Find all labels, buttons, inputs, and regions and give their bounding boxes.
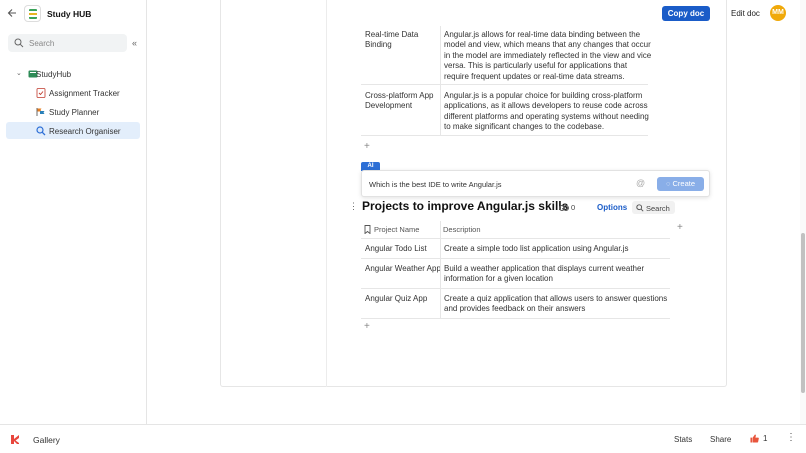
- table-cell-description: Angular.js allows for real-time data bin…: [444, 30, 652, 81]
- search-icon: [636, 204, 644, 212]
- sidebar-item-studyhub[interactable]: ⌄ StudyHub: [6, 65, 140, 82]
- table-row[interactable]: Angular Quiz App Create a quiz applicati…: [361, 290, 670, 319]
- scrollbar-thumb[interactable]: [801, 233, 805, 393]
- canvas-divider: [326, 0, 327, 387]
- thumbs-up-icon: [750, 434, 759, 443]
- sidebar-item-label: StudyHub: [36, 69, 72, 79]
- backlink-count[interactable]: 0: [559, 203, 575, 212]
- doc-logo-icon: [24, 5, 41, 22]
- column-header-description[interactable]: Description: [443, 225, 481, 234]
- checklist-icon: [36, 87, 46, 98]
- sidebar-item-label: Research Organiser: [49, 126, 121, 136]
- table-cell-name: Cross-platform App Development: [365, 91, 434, 111]
- edit-doc-button[interactable]: Edit doc: [731, 9, 760, 18]
- like-count: 1: [763, 434, 768, 443]
- sidebar-item-assignment-tracker[interactable]: Assignment Tracker: [6, 84, 140, 101]
- app-root: Study HUB Search « ⌄ StudyHub Assignment…: [0, 0, 806, 453]
- flags-icon: [36, 107, 45, 116]
- table-row[interactable]: Angular Weather App Build a weather appl…: [361, 260, 670, 289]
- table-header-row: Project Name Description: [361, 221, 670, 239]
- column-divider: [440, 26, 441, 136]
- bookmark-icon: [364, 225, 371, 234]
- column-divider: [440, 221, 441, 319]
- table-cell-name: Angular Todo List: [365, 244, 427, 253]
- ai-prompt-input[interactable]: Which is the best IDE to write Angular.j…: [369, 180, 502, 189]
- table-cell-description: Angular.js is a popular choice for build…: [444, 91, 649, 132]
- sidebar-item-label: Assignment Tracker: [49, 88, 120, 98]
- stats-button[interactable]: Stats: [674, 435, 692, 444]
- collapse-sidebar-icon[interactable]: «: [132, 38, 137, 48]
- gallery-link[interactable]: Gallery: [33, 435, 60, 445]
- sidebar: Study HUB Search « ⌄ StudyHub Assignment…: [0, 0, 147, 424]
- share-button[interactable]: Share: [710, 435, 731, 444]
- link-count-value: 0: [571, 203, 576, 212]
- table-cell-description: Create a simple todo list application us…: [444, 244, 629, 253]
- at-mention-icon[interactable]: @: [636, 178, 647, 189]
- search-icon: [14, 38, 24, 48]
- sidebar-item-research-organiser[interactable]: Research Organiser: [6, 122, 140, 139]
- options-button[interactable]: Options: [597, 203, 627, 212]
- table-cell-name: Angular Weather App: [365, 264, 441, 273]
- search-placeholder: Search: [29, 39, 55, 48]
- column-header-name[interactable]: Project Name: [374, 225, 419, 234]
- table-cell-description: Create a quiz application that allows us…: [444, 294, 668, 314]
- spinner-icon: ◌: [665, 179, 671, 188]
- like-button[interactable]: 1: [750, 434, 767, 443]
- add-row-icon[interactable]: +: [364, 321, 370, 332]
- doc-title: Study HUB: [47, 9, 92, 19]
- avatar[interactable]: MM: [770, 5, 786, 21]
- create-label: Create: [672, 179, 696, 188]
- drag-handle-icon[interactable]: ⋮: [349, 202, 358, 211]
- add-row-icon[interactable]: +: [364, 141, 370, 152]
- magnifier-icon: [36, 125, 46, 135]
- sidebar-search-input[interactable]: Search: [8, 34, 127, 52]
- sidebar-item-label: Study Planner: [49, 107, 100, 117]
- search-label: Search: [646, 204, 670, 213]
- bottom-bar: Gallery Stats Share 1 ⋮: [0, 424, 806, 453]
- link-icon: [559, 204, 569, 211]
- table-cell-description: Build a weather application that display…: [444, 264, 645, 284]
- table-cell-name: Real-time Data Binding: [365, 30, 419, 50]
- ai-prompt-box[interactable]: Which is the best IDE to write Angular.j…: [361, 170, 710, 197]
- more-options-icon[interactable]: ⋮: [786, 433, 796, 443]
- back-arrow-icon[interactable]: [7, 8, 19, 20]
- table-row[interactable]: Real-time Data Binding Angular.js allows …: [361, 26, 651, 85]
- table-search-button[interactable]: Search: [632, 201, 675, 214]
- section-title: Projects to improve Angular.js skills: [362, 199, 569, 213]
- chevron-down-icon[interactable]: ⌄: [16, 69, 22, 77]
- table-cell-name: Angular Quiz App: [365, 294, 428, 303]
- sidebar-item-study-planner[interactable]: Study Planner: [6, 103, 140, 120]
- table-row[interactable]: Angular Todo List Create a simple todo l…: [361, 240, 670, 259]
- create-button[interactable]: ◌ Create: [657, 177, 704, 191]
- gallery-logo-icon: [11, 435, 19, 444]
- table-row[interactable]: Cross-platform App Development Angular.js…: [361, 86, 649, 136]
- add-column-icon[interactable]: +: [677, 222, 683, 233]
